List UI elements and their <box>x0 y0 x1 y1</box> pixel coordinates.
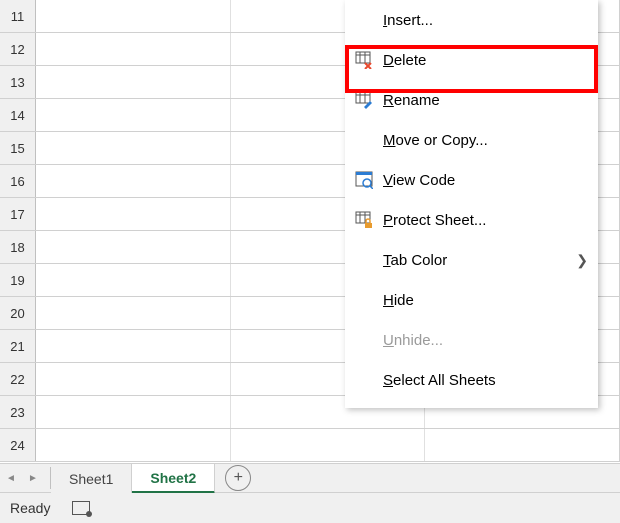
row-header[interactable]: 11 <box>0 0 36 32</box>
row-header[interactable]: 24 <box>0 429 36 461</box>
status-ready: Ready <box>10 500 50 516</box>
cell[interactable] <box>36 0 231 32</box>
row-header[interactable]: 15 <box>0 132 36 164</box>
cell[interactable] <box>36 132 231 164</box>
cell[interactable] <box>36 297 231 329</box>
menu-item-tabcolor[interactable]: Tab Color❯ <box>345 240 598 280</box>
menu-item-label: Insert... <box>383 12 588 29</box>
menu-item-protect[interactable]: Protect Sheet... <box>345 200 598 240</box>
sheet-context-menu: Insert... Delete Rename Move or Copy... View… <box>345 0 598 408</box>
menu-item-label: Unhide... <box>383 332 588 349</box>
row-header[interactable]: 20 <box>0 297 36 329</box>
sheet-tab-sheet1[interactable]: Sheet1 <box>51 464 132 494</box>
tab-nav-prev[interactable]: ◄ <box>0 473 22 484</box>
cell[interactable] <box>36 66 231 98</box>
cell[interactable] <box>36 33 231 65</box>
menu-item-label: Rename <box>383 92 588 109</box>
cell[interactable] <box>36 264 231 296</box>
row-header[interactable]: 17 <box>0 198 36 230</box>
menu-item-viewcode[interactable]: View Code <box>345 160 598 200</box>
rename-sheet-icon <box>355 91 383 109</box>
menu-item-label: Hide <box>383 292 588 309</box>
menu-item-label: Move or Copy... <box>383 132 588 149</box>
sheet-tab-sheet2[interactable]: Sheet2 <box>132 464 215 494</box>
delete-sheet-icon <box>355 51 383 69</box>
menu-item-label: Protect Sheet... <box>383 212 588 229</box>
menu-item-label: Delete <box>383 52 588 69</box>
cell[interactable] <box>425 429 619 461</box>
cell[interactable] <box>36 198 231 230</box>
row-header[interactable]: 22 <box>0 363 36 395</box>
cell[interactable] <box>36 363 231 395</box>
cell[interactable] <box>36 231 231 263</box>
grid-row: 24 <box>0 429 619 462</box>
menu-item-insert[interactable]: Insert... <box>345 0 598 40</box>
cell[interactable] <box>36 396 231 428</box>
menu-item-label: Tab Color <box>383 252 576 269</box>
cell[interactable] <box>36 330 231 362</box>
row-header[interactable]: 23 <box>0 396 36 428</box>
tab-nav-next[interactable]: ► <box>22 473 44 484</box>
row-header[interactable]: 16 <box>0 165 36 197</box>
protect-sheet-icon <box>355 211 383 229</box>
row-header[interactable]: 19 <box>0 264 36 296</box>
cell[interactable] <box>36 99 231 131</box>
cell[interactable] <box>231 429 426 461</box>
menu-item-delete[interactable]: Delete <box>345 40 598 80</box>
menu-item-rename[interactable]: Rename <box>345 80 598 120</box>
menu-item-unhide: Unhide... <box>345 320 598 360</box>
row-header[interactable]: 13 <box>0 66 36 98</box>
row-header[interactable]: 12 <box>0 33 36 65</box>
menu-item-label: View Code <box>383 172 588 189</box>
row-header[interactable]: 18 <box>0 231 36 263</box>
cell[interactable] <box>36 429 231 461</box>
menu-item-move[interactable]: Move or Copy... <box>345 120 598 160</box>
cell[interactable] <box>36 165 231 197</box>
view-code-icon <box>355 171 383 189</box>
sheet-tab-bar: ◄ ► Sheet1Sheet2 + <box>0 463 620 493</box>
status-bar: Ready <box>0 493 620 523</box>
macro-recorder-icon[interactable] <box>72 501 90 515</box>
menu-item-label: Select All Sheets <box>383 372 588 389</box>
row-header[interactable]: 14 <box>0 99 36 131</box>
menu-item-hide[interactable]: Hide <box>345 280 598 320</box>
new-sheet-button[interactable]: + <box>225 465 251 491</box>
row-header[interactable]: 21 <box>0 330 36 362</box>
submenu-arrow-icon: ❯ <box>576 252 588 269</box>
menu-item-selectall[interactable]: Select All Sheets <box>345 360 598 400</box>
